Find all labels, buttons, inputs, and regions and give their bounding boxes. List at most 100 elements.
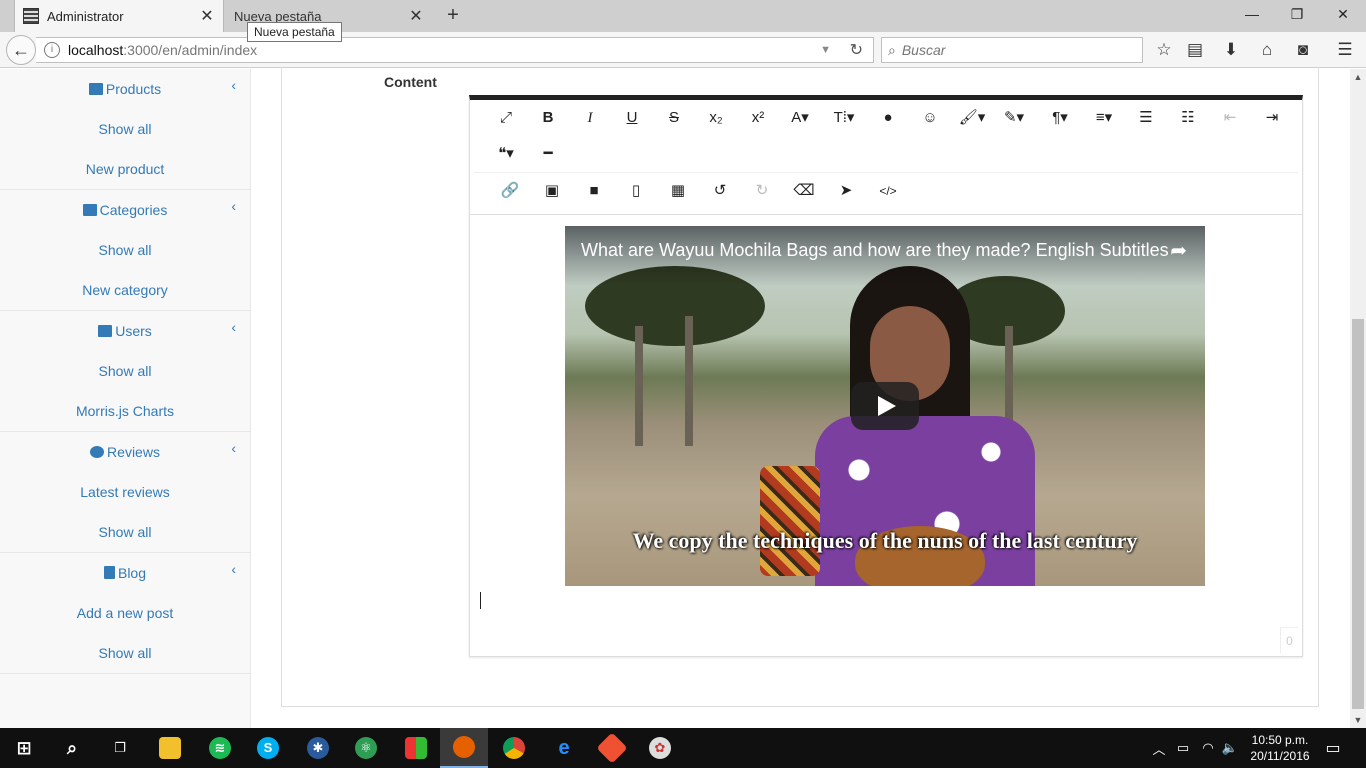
bookmark-star-icon[interactable]: ☆ xyxy=(1154,40,1174,60)
chevron-left-icon[interactable]: ‹ xyxy=(231,307,236,347)
scrollbar-thumb[interactable] xyxy=(1352,319,1364,709)
search-input[interactable] xyxy=(901,42,1122,58)
app-button[interactable]: ✱ xyxy=(294,728,342,768)
download-icon[interactable]: ⬇ xyxy=(1221,40,1241,60)
edge-button[interactable]: e xyxy=(540,728,588,768)
chevron-left-icon[interactable]: ‹ xyxy=(231,186,236,226)
sidebar-link-show-all-products[interactable]: Show all xyxy=(0,109,250,149)
start-button[interactable]: ⊞ xyxy=(0,728,48,768)
new-tab-icon[interactable]: + xyxy=(443,4,463,27)
atom-button[interactable]: ⚛ xyxy=(342,728,390,768)
url-bar[interactable]: i localhost:3000/en/admin/index ▼ ↻ xyxy=(36,37,874,63)
code-view-icon[interactable]: </> xyxy=(874,181,902,201)
underline-icon[interactable]: U xyxy=(618,108,646,128)
outdent-icon[interactable]: ⇤ xyxy=(1216,108,1244,128)
share-icon[interactable]: ➦ xyxy=(1170,238,1187,263)
app-button[interactable] xyxy=(392,728,440,768)
ordered-list-icon[interactable]: ☰ xyxy=(1132,108,1160,128)
restore-icon[interactable]: ❐ xyxy=(1287,6,1307,23)
subscript-icon[interactable]: x₂ xyxy=(702,108,730,128)
back-button[interactable]: ← xyxy=(6,35,36,65)
video-title[interactable]: What are Wayuu Mochila Bags and how are … xyxy=(581,240,1169,261)
volume-icon[interactable]: 🔈 xyxy=(1220,728,1240,768)
file-icon[interactable]: ▯ xyxy=(622,181,650,201)
sidebar-item-categories[interactable]: Categories ‹ xyxy=(0,190,250,230)
sidebar-link-morris-charts[interactable]: Morris.js Charts xyxy=(0,391,250,431)
italic-icon[interactable]: I xyxy=(576,108,604,128)
superscript-icon[interactable]: x² xyxy=(744,108,772,128)
font-size-icon[interactable]: T⁞▾ xyxy=(830,108,858,128)
horizontal-rule-icon[interactable]: ━ xyxy=(534,144,562,164)
video-icon[interactable]: ■ xyxy=(580,181,608,201)
chevron-left-icon[interactable]: ‹ xyxy=(231,428,236,468)
magic-icon[interactable]: ✎▾ xyxy=(1000,108,1028,128)
chevron-up-icon[interactable]: ︿ xyxy=(1150,728,1168,768)
editor-content-area[interactable]: What are Wayuu Mochila Bags and how are … xyxy=(470,214,1302,657)
skype-button[interactable]: S xyxy=(244,728,292,768)
indent-icon[interactable]: ⇥ xyxy=(1258,108,1286,128)
firefox-button[interactable] xyxy=(440,728,488,768)
notifications-icon[interactable]: ▭ xyxy=(1322,728,1344,768)
search-bar[interactable]: ⌕ xyxy=(881,37,1143,63)
reading-list-icon[interactable]: ▤ xyxy=(1185,40,1205,60)
close-tab-icon[interactable]: ✕ xyxy=(408,6,424,26)
image-icon[interactable]: ▣ xyxy=(538,181,566,201)
tab-administrator[interactable]: Administrator ✕ xyxy=(14,0,224,32)
page-scrollbar[interactable]: ▲ ▼ xyxy=(1350,69,1366,728)
sidebar-item-products[interactable]: Products ‹ xyxy=(0,69,250,109)
reload-icon[interactable]: ↻ xyxy=(850,40,863,60)
chrome-button[interactable] xyxy=(490,728,538,768)
sidebar-link-show-all-reviews[interactable]: Show all xyxy=(0,512,250,552)
search-taskbar-button[interactable]: ⌕ xyxy=(48,728,96,768)
pocket-icon[interactable]: ◙ xyxy=(1293,40,1313,60)
embedded-video[interactable]: What are Wayuu Mochila Bags and how are … xyxy=(565,226,1205,586)
task-view-button[interactable]: ❐ xyxy=(96,728,144,768)
quote-icon[interactable]: ❝▾ xyxy=(492,144,520,164)
file-explorer-button[interactable] xyxy=(146,728,194,768)
system-clock[interactable]: 10:50 p.m. 20/11/2016 xyxy=(1244,732,1316,764)
play-button[interactable] xyxy=(851,382,919,430)
undo-icon[interactable]: ↺ xyxy=(706,181,734,201)
minimize-icon[interactable]: — xyxy=(1242,6,1262,22)
home-icon[interactable]: ⌂ xyxy=(1257,40,1277,60)
link-icon[interactable]: 🔗 xyxy=(496,181,524,201)
paragraph-icon[interactable]: ¶▾ xyxy=(1046,108,1074,128)
scroll-down-icon[interactable]: ▼ xyxy=(1350,712,1366,728)
scroll-up-icon[interactable]: ▲ xyxy=(1350,69,1366,85)
color-icon[interactable]: ● xyxy=(874,108,902,128)
sidebar-link-add-post[interactable]: Add a new post xyxy=(0,593,250,633)
align-icon[interactable]: ≡▾ xyxy=(1090,108,1118,128)
paint-brush-icon[interactable]: 🖌▾ xyxy=(958,108,986,128)
history-dropdown-icon[interactable]: ▼ xyxy=(820,44,831,56)
menu-icon[interactable]: ☰ xyxy=(1335,40,1355,60)
app-button[interactable]: ✿ xyxy=(636,728,684,768)
chevron-left-icon[interactable]: ‹ xyxy=(231,549,236,589)
wifi-icon[interactable]: ◠ xyxy=(1198,728,1218,768)
emoticons-icon[interactable]: ☺ xyxy=(916,108,944,128)
sidebar-item-blog[interactable]: Blog ‹ xyxy=(0,553,250,593)
sidebar-link-show-all-categories[interactable]: Show all xyxy=(0,230,250,270)
font-family-icon[interactable]: A▾ xyxy=(786,108,814,128)
select-all-icon[interactable]: ➤ xyxy=(832,181,860,201)
redo-icon[interactable]: ↻ xyxy=(748,181,776,201)
git-button[interactable] xyxy=(588,728,636,768)
sidebar-link-new-category[interactable]: New category xyxy=(0,270,250,310)
sidebar-link-new-product[interactable]: New product xyxy=(0,149,250,189)
sidebar-link-show-all-posts[interactable]: Show all xyxy=(0,633,250,673)
unordered-list-icon[interactable]: ☷ xyxy=(1174,108,1202,128)
spotify-button[interactable]: ≋ xyxy=(196,728,244,768)
fullscreen-icon[interactable]: ⤢ xyxy=(492,108,520,128)
window-close-icon[interactable]: ✕ xyxy=(1333,6,1353,23)
table-icon[interactable]: ▦ xyxy=(664,181,692,201)
eraser-icon[interactable]: ⌫ xyxy=(790,181,818,201)
sidebar-item-users[interactable]: Users ‹ xyxy=(0,311,250,351)
info-icon[interactable]: i xyxy=(44,42,60,58)
sidebar-link-latest-reviews[interactable]: Latest reviews xyxy=(0,472,250,512)
sidebar-item-reviews[interactable]: Reviews ‹ xyxy=(0,432,250,472)
strikethrough-icon[interactable]: S xyxy=(660,108,688,128)
chevron-left-icon[interactable]: ‹ xyxy=(231,65,236,105)
sidebar-link-show-all-users[interactable]: Show all xyxy=(0,351,250,391)
bold-icon[interactable]: B xyxy=(534,108,562,128)
battery-icon[interactable]: ▭ xyxy=(1174,728,1192,768)
close-tab-icon[interactable]: ✕ xyxy=(199,6,215,26)
